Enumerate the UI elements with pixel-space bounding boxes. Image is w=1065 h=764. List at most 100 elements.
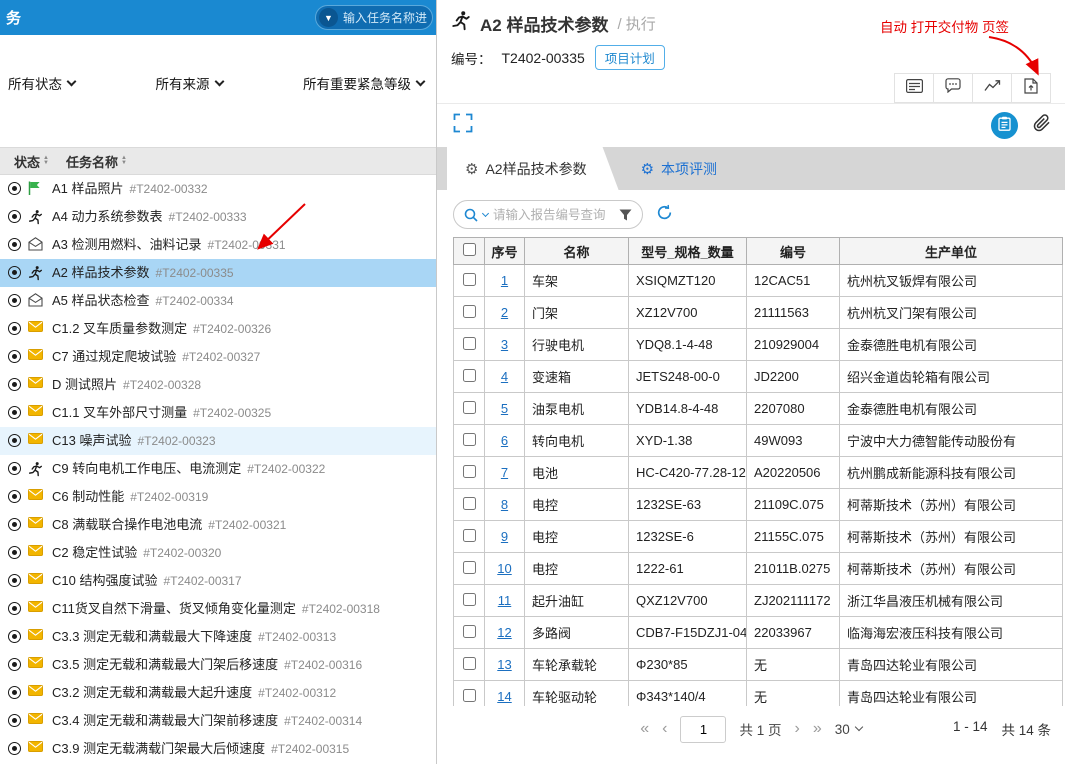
row-number-link[interactable]: 14 [497,689,511,704]
task-list-item[interactable]: A4 动力系统参数表 #T2402-00333 [0,203,436,231]
column-header-no[interactable]: 序号 [484,237,525,265]
row-checkbox[interactable] [462,464,476,478]
part-code: 无 [746,648,840,681]
task-name: C13 噪声试验 [52,433,132,448]
task-list-item[interactable]: C9 转向电机工作电压、电流测定 #T2402-00322 [0,455,436,483]
row-checkbox[interactable] [462,528,476,542]
report-search-input[interactable] [493,207,614,222]
envelope-icon [28,657,45,668]
task-list-item[interactable]: A1 样品照片 #T2402-00332 [0,175,436,203]
task-list-item[interactable]: C6 制动性能 #T2402-00319 [0,483,436,511]
filter-status-dropdown[interactable]: 所有状态 [8,73,77,93]
comments-button[interactable] [933,73,973,103]
task-list-item[interactable]: C10 结构强度试验 #T2402-00317 [0,567,436,595]
next-page-button[interactable]: › [794,720,799,738]
chevron-down-icon[interactable] [481,209,490,217]
refresh-button[interactable] [656,204,673,226]
prev-page-button[interactable]: ‹ [662,720,667,738]
task-number: #T2402-00315 [271,742,350,756]
task-list-item[interactable]: C11货叉自然下滑量、货叉倾角变化量测定 #T2402-00318 [0,595,436,623]
tab-self-evaluation[interactable]: ⚙ 本项评测 [619,147,739,190]
part-name: 转向电机 [524,424,629,457]
row-number-link[interactable]: 10 [497,561,511,576]
first-page-button[interactable]: « [640,720,649,738]
row-checkbox[interactable] [462,304,476,318]
task-name: C1.2 叉车质量参数测定 [52,321,188,336]
row-checkbox[interactable] [462,688,476,702]
part-name: 电池 [524,456,629,489]
task-list-item[interactable]: C7 通过规定爬坡试验 #T2402-00327 [0,343,436,371]
task-list-item[interactable]: C3.3 测定无载和满载最大下降速度 #T2402-00313 [0,623,436,651]
part-model: XZ12V700 [628,296,747,329]
chevron-down-icon[interactable]: ▼ [319,8,338,27]
task-list-item[interactable]: A2 样品技术参数 #T2402-00335 [0,259,436,287]
trend-icon [983,79,1001,97]
column-header-status[interactable]: 状态 ▲ ▼ [14,152,66,171]
part-model: 1232SE-6 [628,520,747,553]
task-list-item[interactable]: D 测试照片 #T2402-00328 [0,371,436,399]
row-number-link[interactable]: 3 [501,337,508,352]
task-list-item[interactable]: C3.5 测定无载和满载最大门架后移速度 #T2402-00316 [0,651,436,679]
row-number-link[interactable]: 5 [501,401,508,416]
row-number-link[interactable]: 11 [498,593,512,608]
task-list-item[interactable]: C8 满载联合操作电池电流 #T2402-00321 [0,511,436,539]
row-checkbox[interactable] [462,400,476,414]
task-list-item[interactable]: C3.4 测定无载和满载最大门架前移速度 #T2402-00314 [0,707,436,735]
filter-funnel-icon[interactable] [619,209,632,221]
task-list-item[interactable]: C3.2 测定无载和满载最大起升速度 #T2402-00312 [0,679,436,707]
task-list-item[interactable]: C3.9 测定无载满载门架最大后倾速度 #T2402-00315 [0,735,436,763]
column-header-name[interactable]: 名称 [524,237,629,265]
row-checkbox[interactable] [462,368,476,382]
task-number: #T2402-00314 [284,714,363,728]
fullscreen-button[interactable] [453,113,473,138]
row-checkbox[interactable] [462,560,476,574]
task-list-item[interactable]: C2 稳定性试验 #T2402-00320 [0,539,436,567]
row-number-link[interactable]: 1 [501,273,508,288]
column-header-model[interactable]: 型号_规格_数量 [628,237,747,265]
row-number-link[interactable]: 7 [501,465,508,480]
select-all-checkbox[interactable] [462,243,476,256]
task-list-item[interactable]: C1.1 叉车外部尺寸测量 #T2402-00325 [0,399,436,427]
page-number-input[interactable] [680,715,727,743]
row-checkbox[interactable] [462,336,476,350]
part-company: 浙江华昌液压机械有限公司 [839,584,1063,617]
filter-priority-dropdown[interactable]: 所有重要紧急等级 [303,73,426,93]
row-number-link[interactable]: 6 [501,433,508,448]
search-icon[interactable] [464,208,478,222]
deliverable-list-button[interactable] [991,112,1018,139]
status-dot-icon [8,322,21,335]
task-list-item[interactable]: A3 检测用燃料、油料记录 #T2402-00331 [0,231,436,259]
column-header-company[interactable]: 生产单位 [839,237,1063,265]
card-button[interactable] [894,73,934,103]
row-checkbox[interactable] [462,432,476,446]
row-number-link[interactable]: 2 [501,305,508,320]
column-header-name[interactable]: 任务名称 ▲ ▼ [66,152,127,171]
column-header-code[interactable]: 编号 [746,237,840,265]
part-code: 12CAC51 [746,264,840,297]
table-row: 9 电控 1232SE-6 21155C.075 柯蒂斯技术（苏州）有限公司 [453,520,1063,553]
task-list-item[interactable]: A5 样品状态检查 #T2402-00334 [0,287,436,315]
row-checkbox[interactable] [462,624,476,638]
last-page-button[interactable]: » [813,720,822,738]
tab-a2-parameters[interactable]: ⚙ A2样品技术参数 [447,147,619,190]
row-checkbox[interactable] [462,496,476,510]
filter-source-dropdown[interactable]: 所有来源 [156,73,224,93]
row-number-link[interactable]: 8 [501,497,508,512]
row-number-link[interactable]: 9 [501,529,508,544]
part-code: JD2200 [746,360,840,393]
row-checkbox[interactable] [462,272,476,286]
page-size-select[interactable]: 30 [835,722,863,737]
row-checkbox[interactable] [462,592,476,606]
row-number-link[interactable]: 13 [497,657,511,672]
row-checkbox[interactable] [462,656,476,670]
row-number-link[interactable]: 12 [497,625,511,640]
expand-icon [453,113,473,138]
row-number-link[interactable]: 4 [501,369,508,384]
task-search-input[interactable] [343,10,429,25]
parts-table: 序号 名称 型号_规格_数量 编号 生产单位 1 车架 XSIQMZT120 1… [453,237,1063,706]
task-search-box[interactable]: ▼ [315,5,433,30]
task-list-item[interactable]: C13 噪声试验 #T2402-00323 [0,427,436,455]
attachment-button[interactable] [1033,114,1051,137]
report-search-box[interactable] [453,200,643,229]
task-list-item[interactable]: C1.2 叉车质量参数测定 #T2402-00326 [0,315,436,343]
